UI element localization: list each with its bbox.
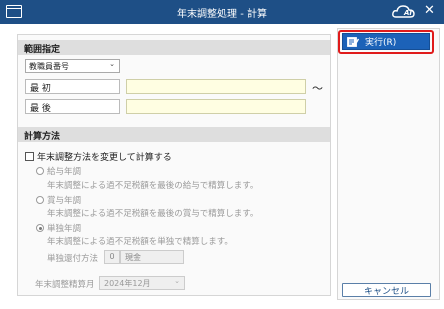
option-single-title: 単独年調	[47, 224, 82, 234]
radio-salary-adjust[interactable]	[36, 167, 44, 175]
option-bonus-desc: 年末調整による過不足税額を最後の賞与で精算します。	[47, 209, 259, 219]
radio-single-adjust[interactable]	[36, 224, 44, 232]
close-icon[interactable]: ✕	[424, 3, 435, 18]
settle-month-select[interactable]: 2024年12月 ⌄	[99, 276, 185, 290]
refund-code-field[interactable]: 0	[104, 250, 120, 264]
execute-button[interactable]: 実行(R)	[342, 33, 430, 50]
chevron-down-icon: ⌄	[109, 60, 115, 68]
refund-method-label: 単独還付方法	[47, 254, 99, 264]
document-edit-icon	[347, 36, 359, 47]
from-label: 最 初	[25, 79, 120, 94]
settle-month-label: 年末調整精算月	[35, 280, 95, 290]
window-title: 年末調整処理 - 計算	[177, 9, 267, 20]
option-bonus-title: 賞与年調	[47, 196, 82, 206]
change-method-checkbox[interactable]	[25, 151, 34, 161]
execute-label: 実行(R)	[365, 38, 397, 48]
from-input[interactable]	[126, 79, 306, 94]
change-method-label: 年末調整方法を変更して計算する	[37, 152, 172, 163]
option-single-desc: 年末調整による過不足税額を単独で精算します。	[47, 237, 233, 247]
option-salary-title: 給与年調	[47, 167, 82, 177]
range-section-header: 範囲指定	[18, 40, 330, 55]
key-select-value: 教職員番号	[29, 62, 69, 71]
range-separator: ～	[312, 82, 323, 95]
title-bar: 年末調整処理 - 計算 AI ✕	[0, 0, 444, 24]
to-input[interactable]	[126, 99, 306, 114]
calc-section-header: 計算方法	[18, 127, 330, 142]
to-label: 最 後	[25, 99, 120, 114]
action-panel	[337, 28, 440, 300]
range-section-title: 範囲指定	[24, 45, 61, 55]
calc-section-title: 計算方法	[24, 132, 61, 142]
refund-name-field: 現金	[120, 250, 184, 264]
option-salary-desc: 年末調整による過不足税額を最後の給与で精算します。	[47, 181, 259, 191]
key-select[interactable]: 教職員番号 ⌄	[25, 59, 120, 73]
settle-month-value: 2024年12月	[104, 279, 151, 288]
change-method-checkbox-row[interactable]: 年末調整方法を変更して計算する	[25, 150, 172, 163]
cancel-button[interactable]: キャンセル	[342, 283, 431, 297]
logo-text: AI	[404, 9, 413, 17]
chevron-down-icon: ⌄	[174, 277, 180, 285]
radio-bonus-adjust[interactable]	[36, 196, 44, 204]
